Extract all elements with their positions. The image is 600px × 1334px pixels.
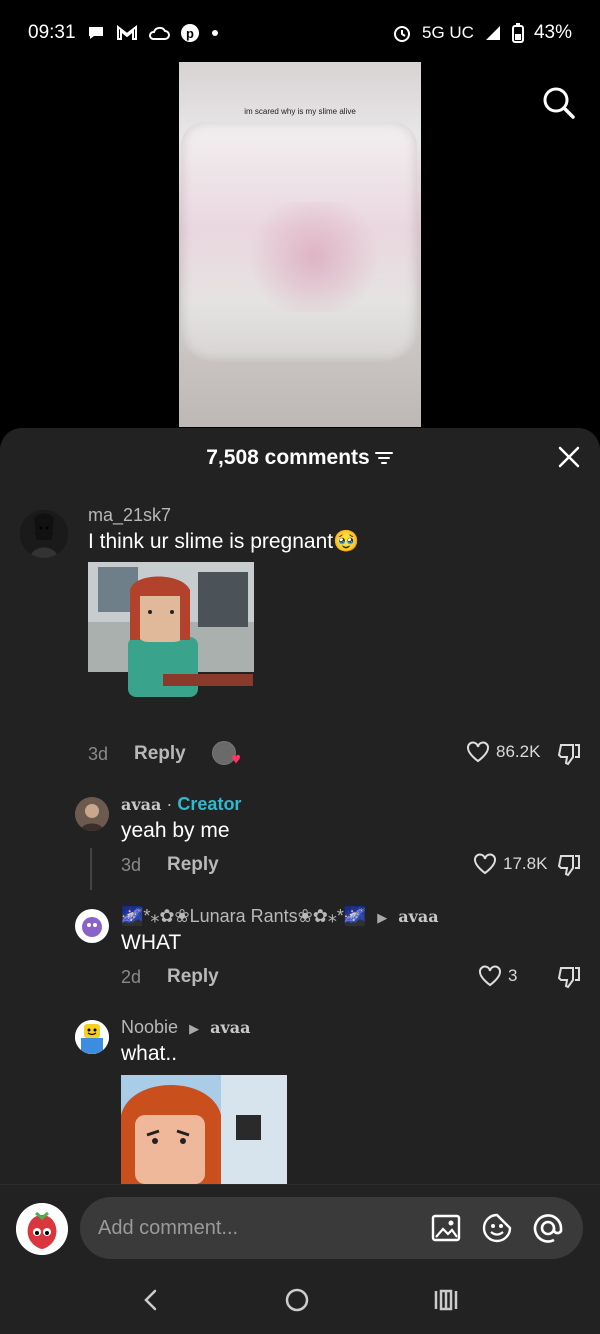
heart-icon	[479, 965, 501, 987]
reply-button[interactable]: Reply	[167, 966, 219, 988]
heart-icon	[474, 853, 496, 875]
creator-badge: Creator	[177, 794, 242, 814]
comment-age: 3d	[121, 855, 142, 875]
comment-input-bar	[0, 1184, 600, 1270]
emoji-button[interactable]	[481, 1212, 513, 1244]
thumbs-down-icon	[557, 855, 580, 877]
pinterest-icon: p	[180, 23, 200, 43]
signal-icon	[484, 24, 502, 42]
thread-line	[90, 848, 92, 890]
slime-image	[239, 202, 389, 312]
comment-age: 3d	[88, 744, 109, 764]
like-button[interactable]: 17.8K	[473, 853, 547, 875]
avatar[interactable]	[75, 797, 109, 831]
reply-button[interactable]: Reply	[167, 854, 219, 876]
chat-bubble-icon	[86, 23, 106, 43]
comment-username[interactable]: Noobie ▶ avaa	[121, 1017, 250, 1038]
creator-liked-avatar	[212, 741, 240, 765]
svg-text:p: p	[186, 26, 194, 41]
comments-header: 7,508 comments	[0, 428, 600, 488]
comment-text: what..	[121, 1042, 178, 1065]
heart-icon	[467, 741, 489, 763]
search-icon	[543, 87, 575, 119]
comment-username[interactable]: ma_21sk7	[88, 505, 171, 526]
thumbs-down-icon	[557, 744, 580, 766]
video-caption: im scared why is my slime alive	[244, 107, 356, 116]
reply-arrow-icon: ▶	[189, 1021, 200, 1036]
avatar[interactable]	[20, 510, 68, 558]
home-button[interactable]	[284, 1287, 310, 1318]
back-button[interactable]	[141, 1288, 161, 1317]
status-bar: 09:31 p 5G UC 43%	[0, 0, 600, 66]
dislike-button[interactable]	[557, 742, 581, 766]
status-right: 5G UC 43%	[392, 22, 572, 44]
like-button[interactable]: 86.2K	[466, 741, 540, 763]
like-button[interactable]: 3	[478, 965, 517, 987]
notification-dot-icon	[210, 28, 220, 38]
comment-username[interactable]: 🌌*⁎✿❀Lunara Rants❀✿⁎*🌌 ▶ avaa	[121, 906, 439, 927]
like-count: 17.8K	[503, 854, 548, 873]
avatar[interactable]	[75, 1020, 109, 1054]
like-count: 3	[508, 966, 518, 985]
reply-to-username[interactable]: avaa	[398, 907, 438, 926]
video-preview[interactable]: im scared why is my slime alive	[179, 62, 421, 427]
reply-button[interactable]: Reply	[134, 743, 186, 765]
reply-to-username[interactable]: avaa	[210, 1018, 250, 1037]
comment-text: yeah by me	[121, 819, 230, 842]
recents-icon	[434, 1289, 457, 1310]
comments-count: 7,508 comments	[206, 446, 370, 469]
thumbs-down-icon	[557, 967, 580, 989]
mention-button[interactable]	[532, 1212, 564, 1244]
comment-age: 2d	[121, 967, 142, 987]
status-left: 09:31 p	[28, 22, 220, 44]
comment-image[interactable]	[88, 562, 254, 728]
image-picker-button[interactable]	[430, 1212, 462, 1244]
avatar[interactable]	[75, 909, 109, 943]
system-navigation-bar	[0, 1270, 600, 1334]
comment-image[interactable]	[121, 1075, 287, 1184]
like-count: 86.2K	[496, 742, 541, 761]
sort-filter-icon[interactable]	[374, 450, 394, 466]
network-label: 5G UC	[422, 23, 474, 42]
emoji-sticker-icon	[482, 1213, 512, 1243]
comment-text: I think ur slime is pregnant🥹	[88, 530, 360, 553]
alarm-icon	[392, 23, 412, 43]
comment-input[interactable]	[98, 1197, 398, 1259]
battery-icon	[511, 23, 524, 43]
close-button[interactable]	[558, 446, 580, 468]
battery-percent: 43%	[533, 22, 572, 43]
dislike-button[interactable]	[557, 853, 581, 877]
reply-arrow-icon: ▶	[377, 910, 388, 925]
recents-button[interactable]	[433, 1288, 459, 1317]
my-avatar[interactable]	[16, 1203, 68, 1255]
comment-username[interactable]: avaa · Creator	[121, 794, 241, 815]
status-time: 09:31	[28, 22, 76, 43]
at-mention-icon	[533, 1214, 563, 1243]
search-button[interactable]	[542, 86, 576, 120]
close-icon	[558, 446, 580, 468]
comment-input-pill[interactable]	[80, 1197, 583, 1259]
comment-text: WHAT	[121, 931, 182, 954]
image-icon	[431, 1214, 461, 1242]
cloud-icon	[148, 25, 170, 41]
dislike-button[interactable]	[557, 965, 581, 989]
gmail-icon	[116, 24, 138, 42]
back-icon	[144, 1289, 157, 1310]
home-icon	[285, 1288, 309, 1311]
